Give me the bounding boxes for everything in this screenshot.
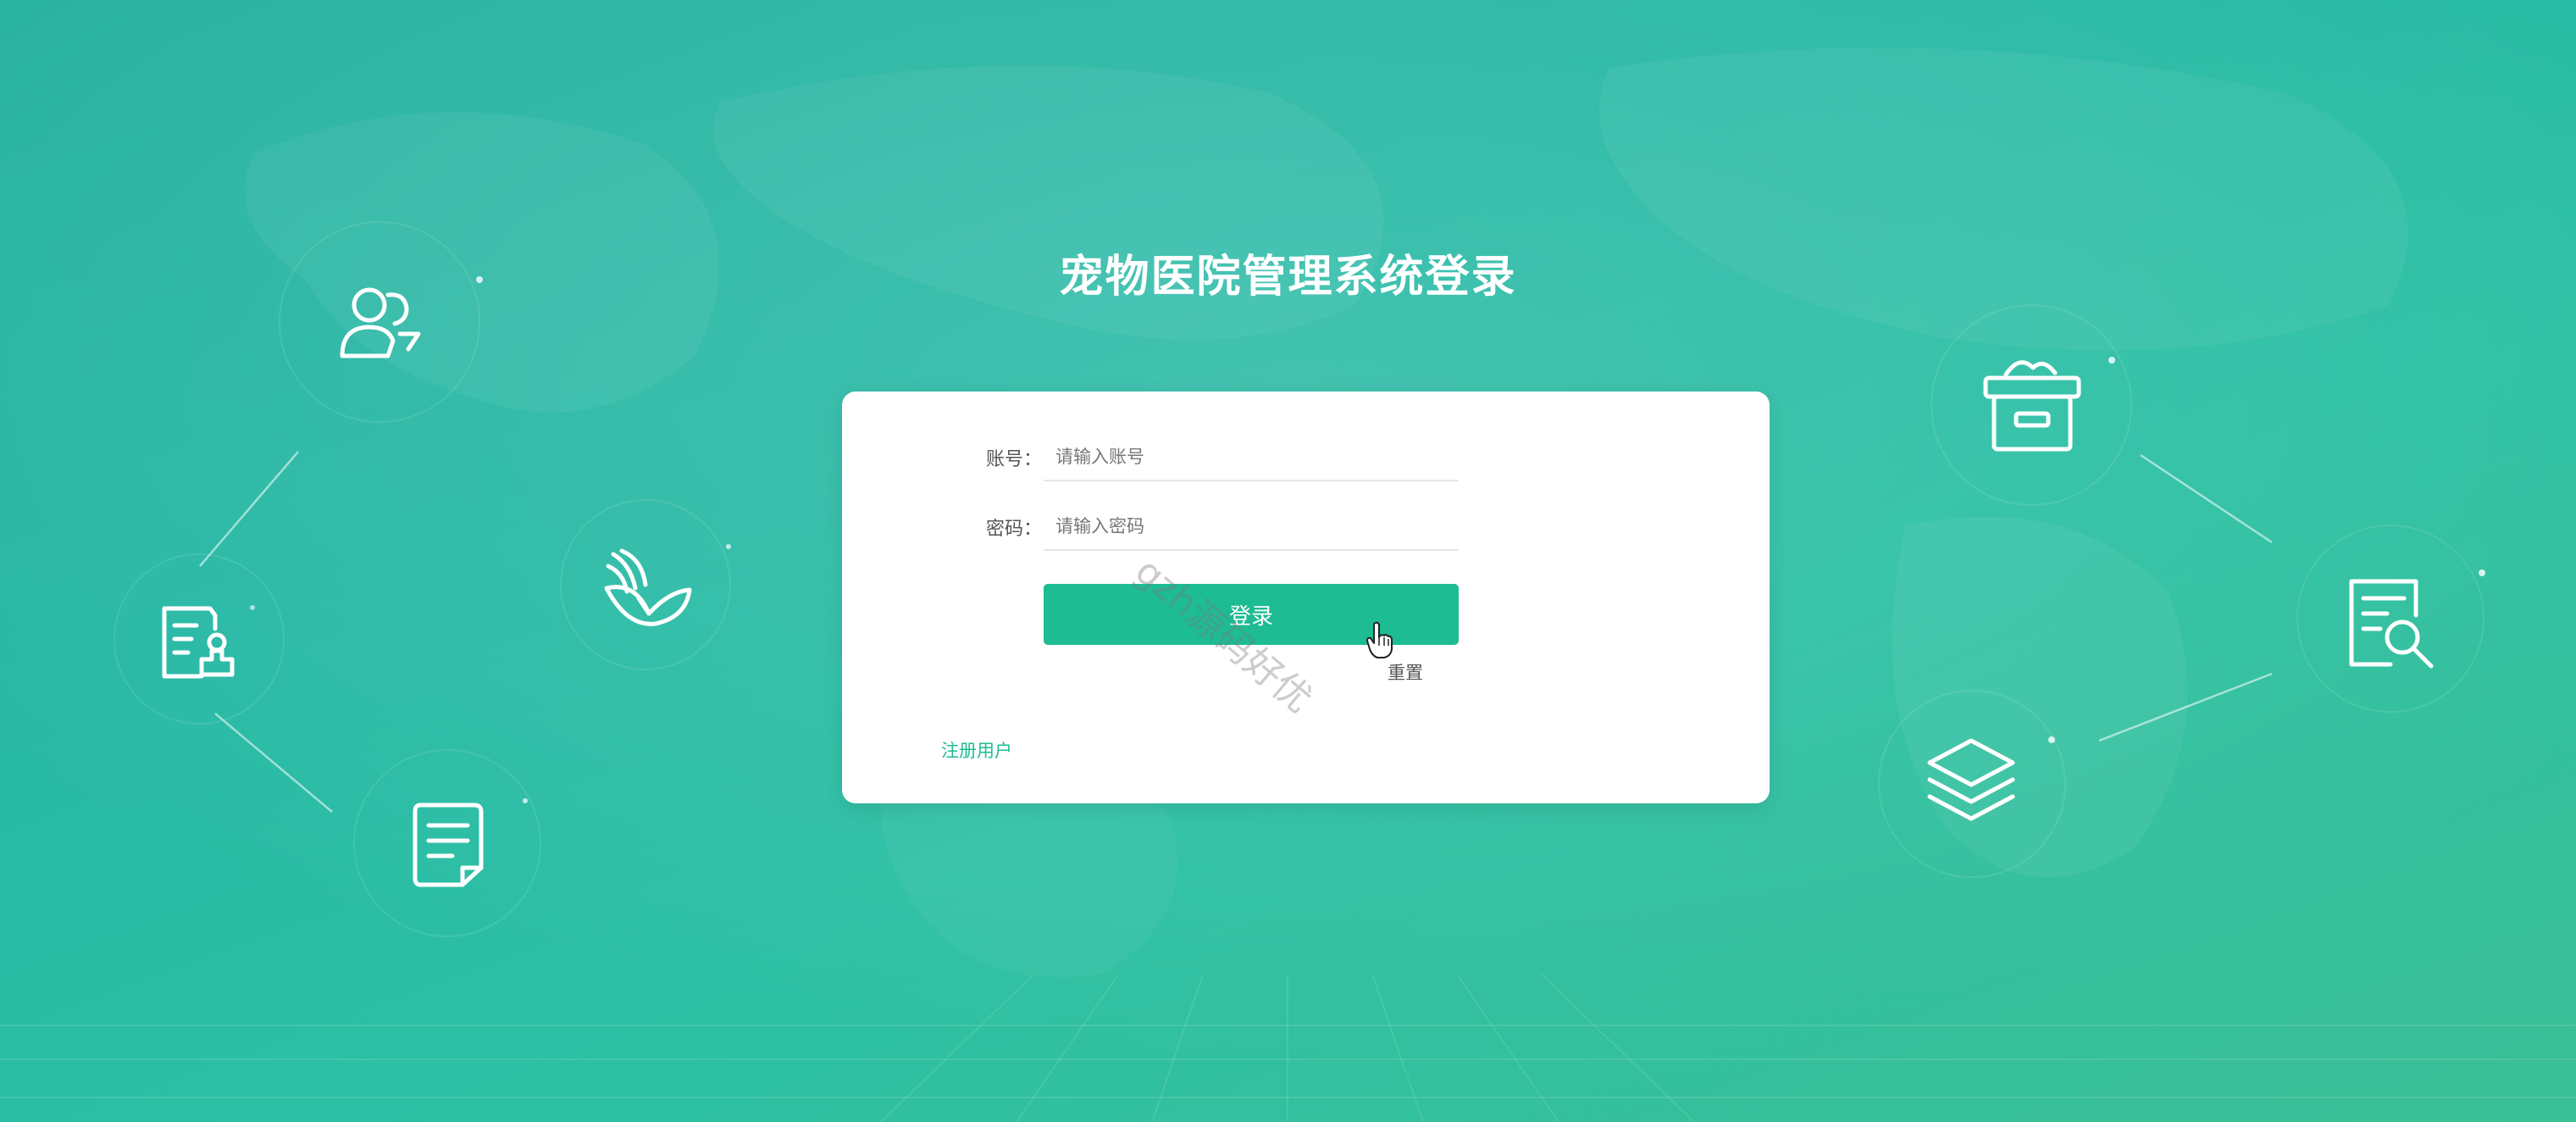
archive-box-icon (1983, 360, 2081, 452)
login-button[interactable]: 登录 (1044, 584, 1459, 645)
certificate-stamp-icon (162, 606, 235, 679)
document-search-icon (2349, 579, 2434, 669)
document-icon (413, 803, 484, 887)
layers-icon (1927, 738, 2015, 821)
password-input[interactable] (1044, 503, 1459, 551)
login-page: 宠物医院管理系统登录 账号： 密码： 登录 重置 注册用户 gzh源码好优 (0, 0, 2576, 1122)
account-label: 账号： (986, 449, 1043, 470)
reset-link[interactable]: 重置 (1388, 659, 1423, 685)
hand-cursor-icon (1366, 621, 1393, 658)
account-input[interactable] (1044, 434, 1459, 481)
register-user-link[interactable]: 注册用户 (941, 737, 1012, 763)
login-form-panel: 账号： 密码： 登录 重置 注册用户 (842, 392, 1770, 803)
leaf-book-icon (604, 548, 692, 626)
page-title: 宠物医院管理系统登录 (1059, 252, 1517, 303)
password-label: 密码： (986, 519, 1043, 540)
